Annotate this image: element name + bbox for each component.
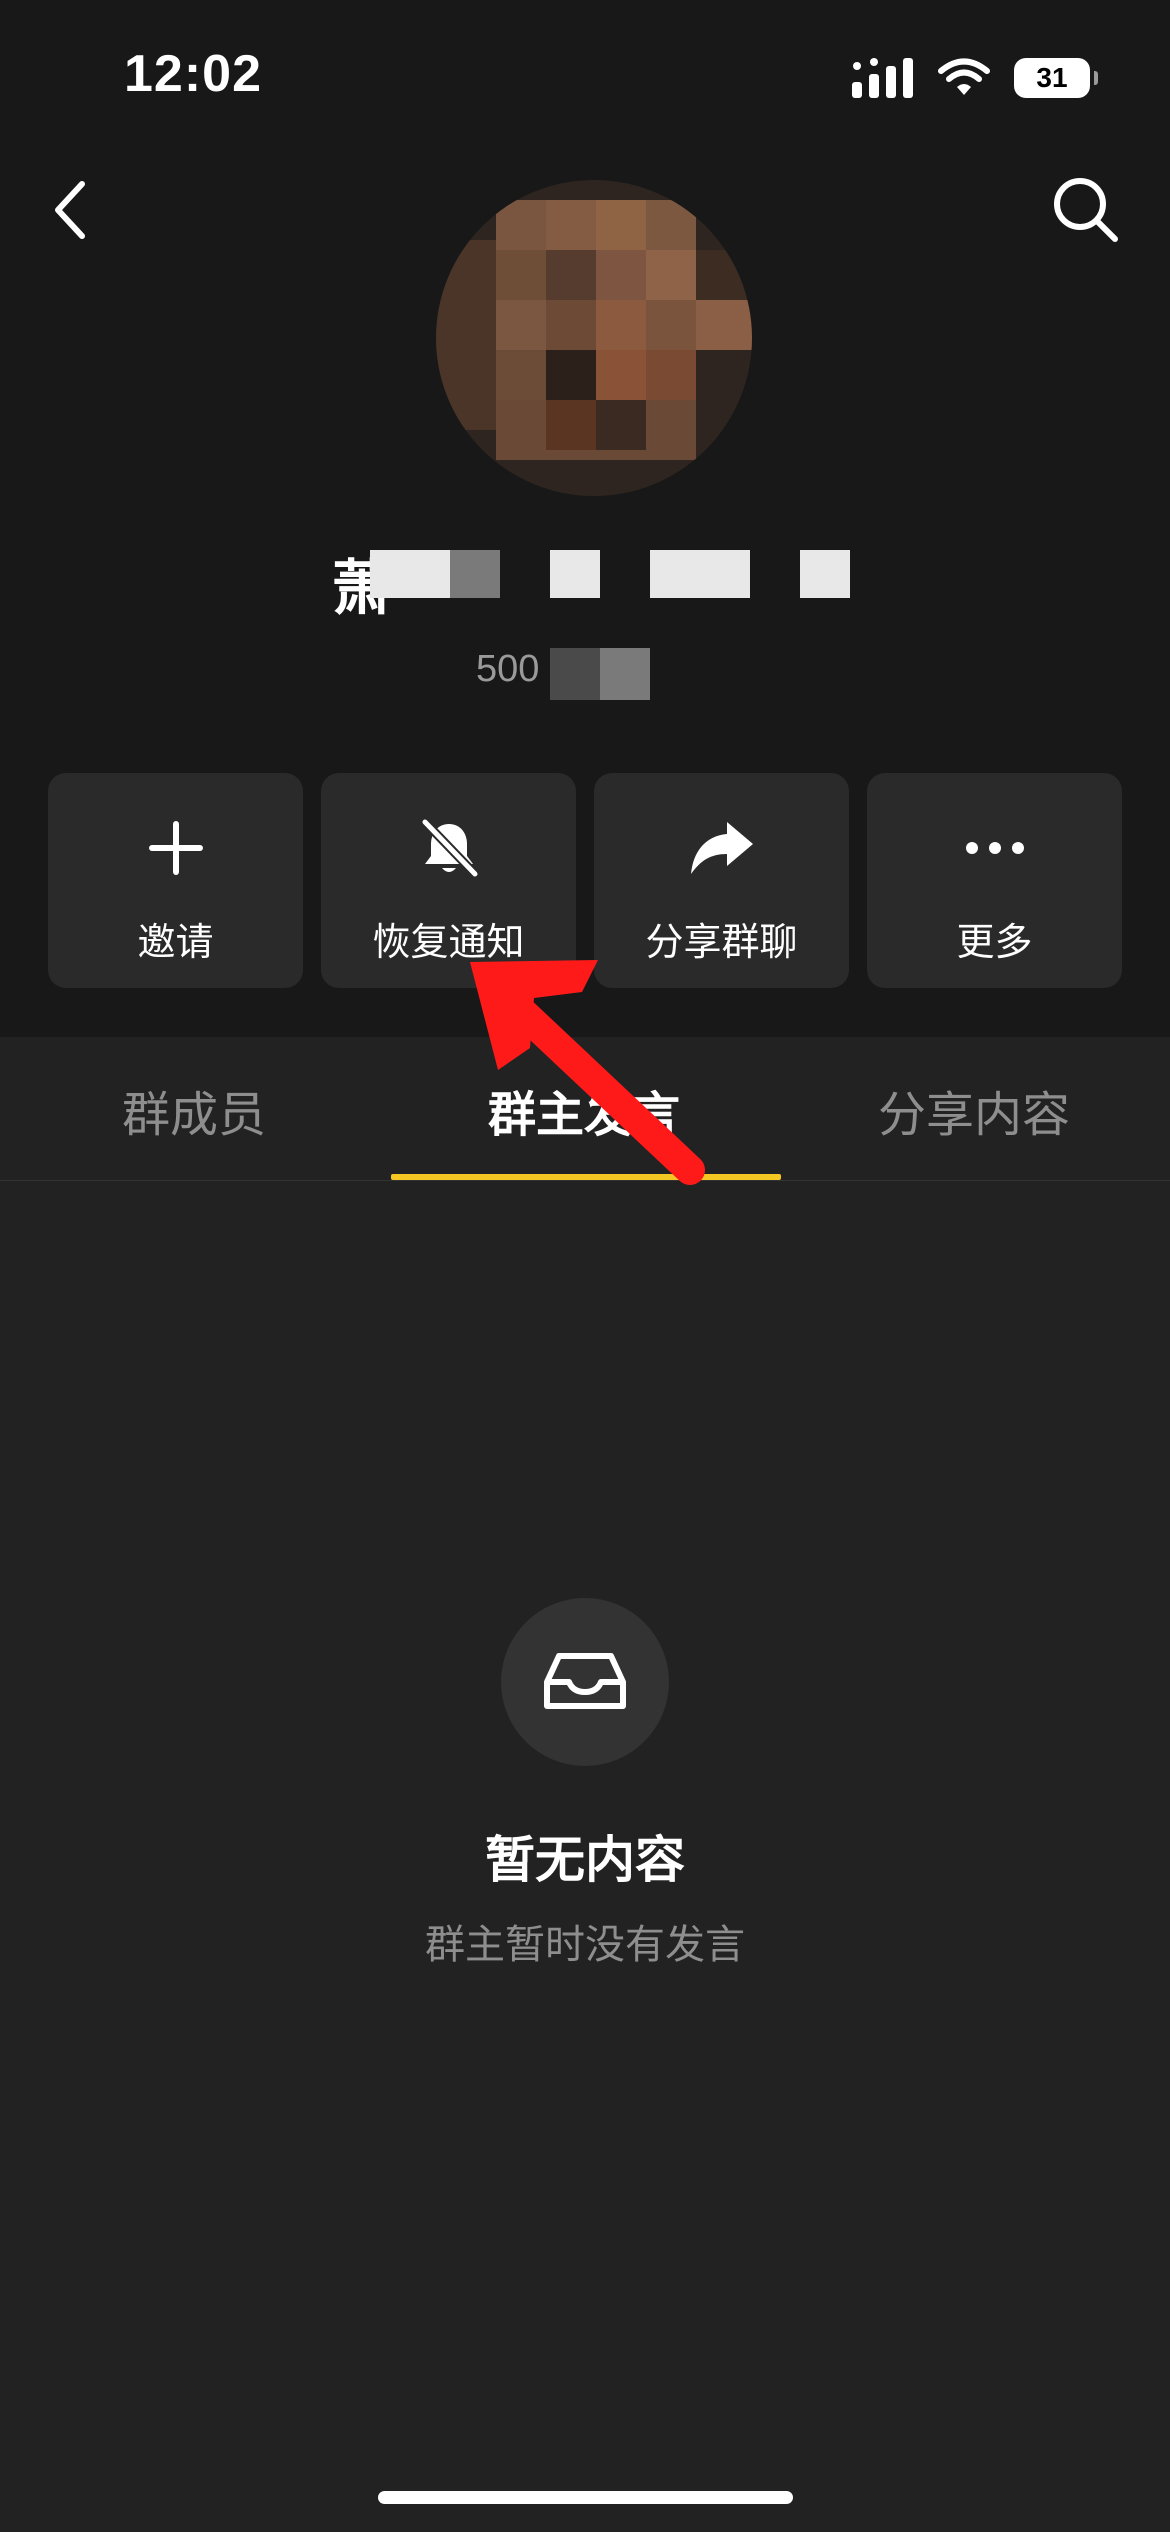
share-group-label: 分享群聊: [645, 920, 798, 964]
tab-group-members[interactable]: 群成员: [122, 1075, 266, 1145]
plus-icon: [148, 821, 203, 875]
restore-notifications-label: 恢复通知: [372, 920, 525, 964]
bell-off-icon: [420, 817, 479, 879]
restore-notifications-button[interactable]: 恢复通知: [321, 773, 576, 988]
empty-state-icon-circle: [501, 1598, 669, 1766]
redaction-block: [800, 550, 850, 598]
member-count: 500: [476, 648, 540, 690]
invite-label: 邀请: [137, 920, 214, 964]
cellular-signal-icon: [852, 58, 913, 98]
home-indicator[interactable]: [378, 2491, 793, 2504]
battery-indicator: 31: [1014, 58, 1098, 98]
empty-state-subtitle: 群主暂时没有发言: [425, 1922, 745, 1968]
chevron-left-icon: [55, 181, 85, 239]
share-group-button[interactable]: 分享群聊: [594, 773, 849, 988]
search-button[interactable]: [1046, 170, 1126, 250]
share-arrow-icon: [690, 822, 753, 874]
invite-button[interactable]: 邀请: [48, 773, 303, 988]
status-icons: 31: [852, 56, 1098, 100]
back-button[interactable]: [30, 170, 110, 250]
redaction-block: [370, 550, 450, 598]
redaction-block: [550, 648, 600, 700]
more-dots-icon: [965, 842, 1024, 854]
inbox-tray-icon: [544, 1653, 626, 1709]
redaction-block: [650, 550, 750, 598]
redaction-block: [600, 648, 650, 700]
empty-state-title: 暂无内容: [485, 1831, 685, 1889]
group-avatar[interactable]: [436, 180, 752, 496]
redaction-block: [450, 550, 500, 598]
tab-shared-content[interactable]: 分享内容: [878, 1075, 1070, 1145]
redaction-block: [550, 550, 600, 598]
tab-owner-posts[interactable]: 群主发言: [488, 1075, 680, 1145]
search-icon: [1054, 178, 1118, 242]
status-time: 12:02: [124, 45, 262, 103]
tab-divider: [0, 1180, 1170, 1181]
more-label: 更多: [956, 920, 1033, 964]
wifi-icon: [938, 58, 990, 95]
more-button[interactable]: 更多: [867, 773, 1122, 988]
